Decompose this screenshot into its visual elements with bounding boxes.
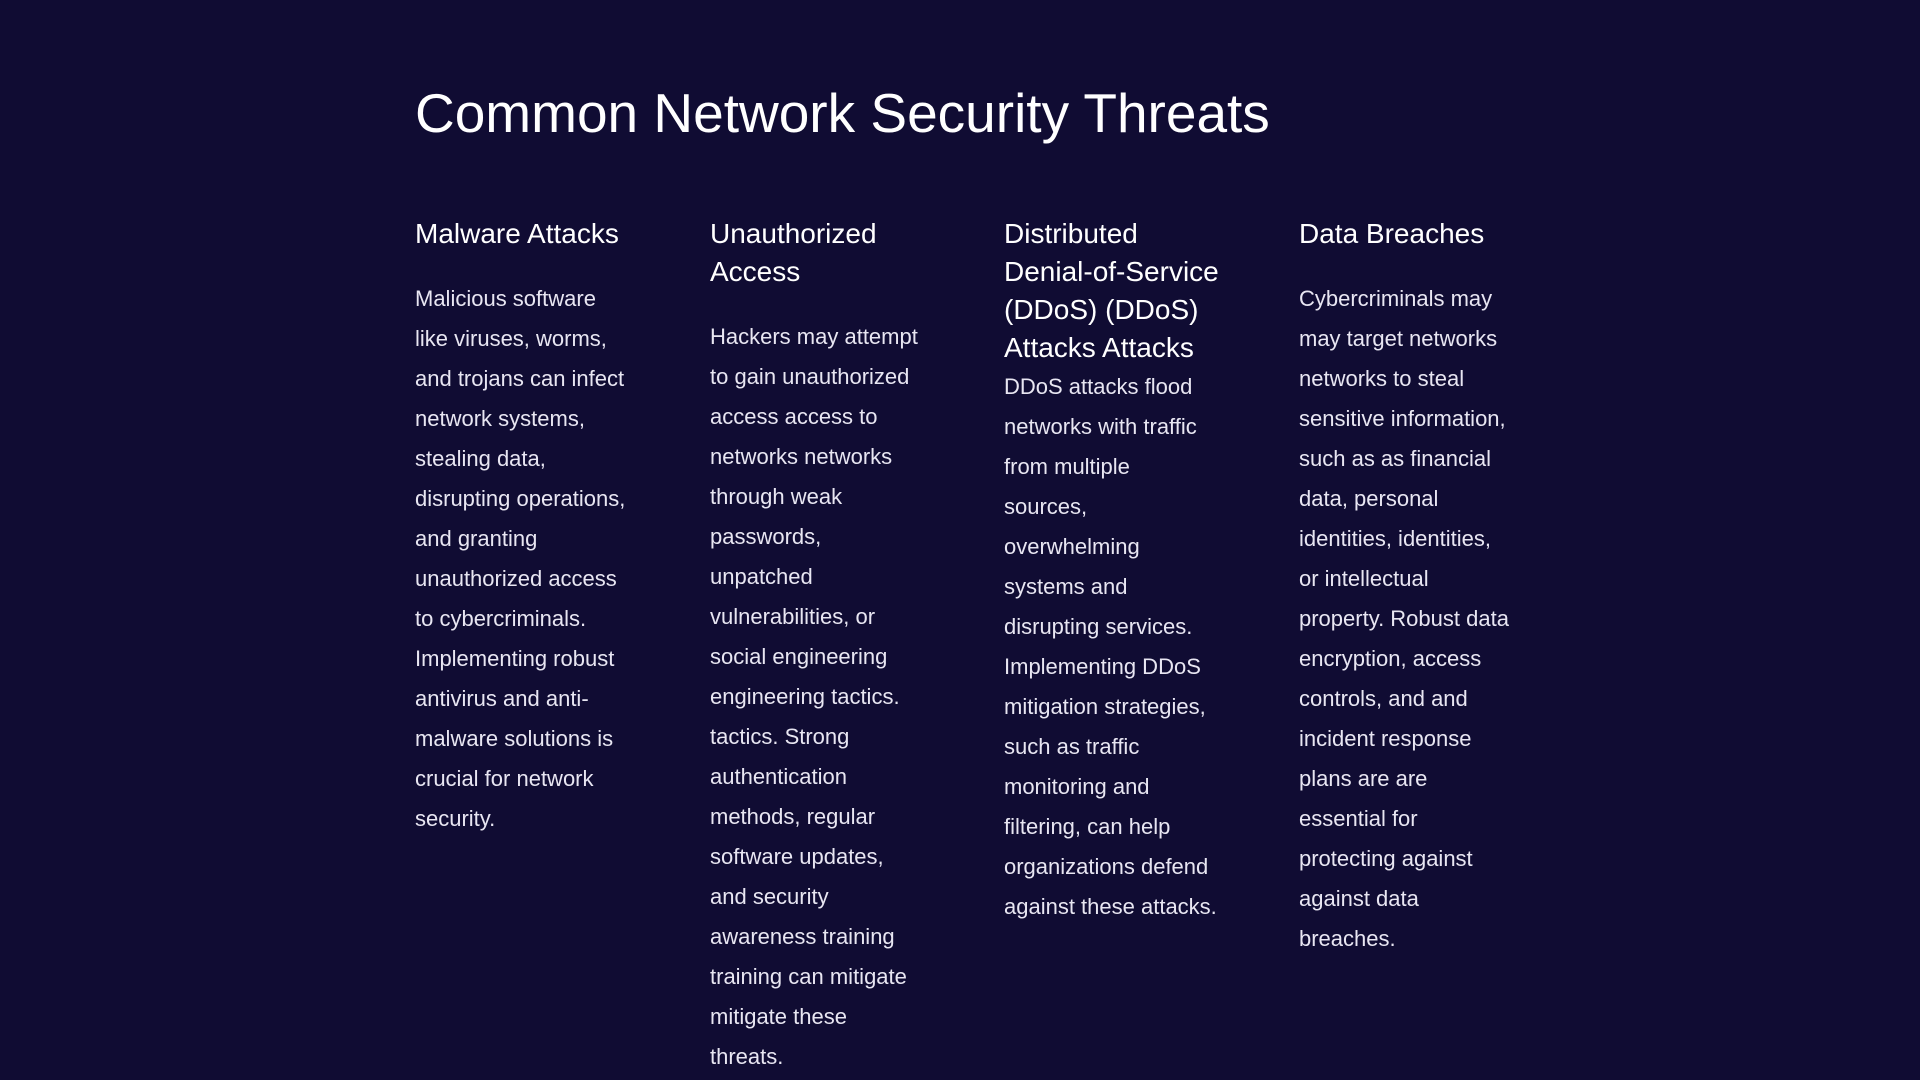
column-body: Hackers may attempt to gain unauthorized… [710,324,918,1069]
slide-title: Common Network Security Threats [415,82,1270,144]
threat-column-unauthorized-access: Unauthorized Access Hackers may attempt … [710,215,925,1077]
column-body: Malicious software like viruses, worms, … [415,286,626,831]
column-heading: Data Breaches [1299,218,1485,249]
column-heading: Malware Attacks [415,218,619,249]
column-heading: Unauthorized Access [710,218,877,287]
threat-column-malware: Malware Attacks Malicious software like … [415,215,630,839]
slide: Common Network Security Threats Malware … [0,0,1920,1080]
column-heading: Distributed Denial-of-Service (DDoS) (DD… [1004,218,1219,363]
column-body: Cybercriminals may may target networks n… [1299,286,1509,951]
threat-column-data-breaches: Data Breaches Cybercriminals may may tar… [1299,215,1514,959]
column-body: DDoS attacks flood networks with traffic… [1004,374,1217,919]
threat-column-ddos: Distributed Denial-of-Service (DDoS) (DD… [1004,215,1219,927]
